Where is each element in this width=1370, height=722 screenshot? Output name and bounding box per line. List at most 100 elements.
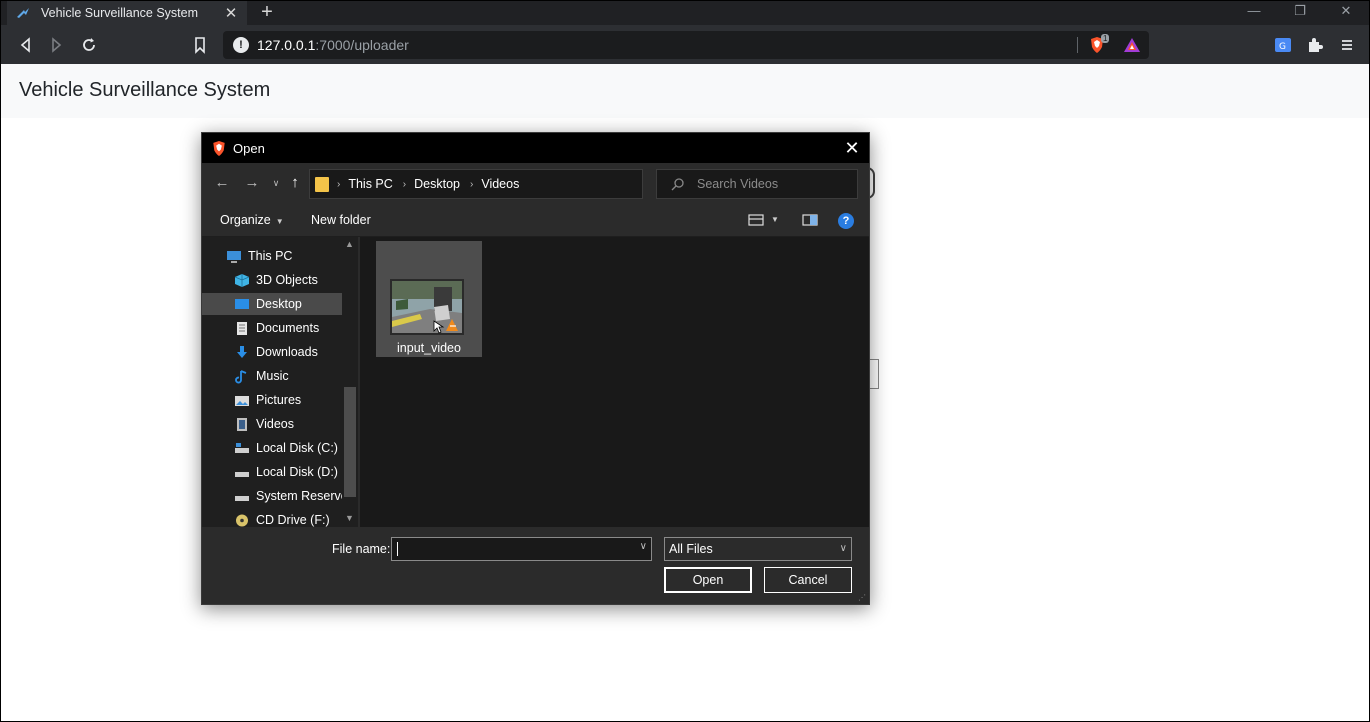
dialog-close-icon[interactable]: ✕ (841, 137, 863, 159)
reload-icon (83, 38, 95, 51)
nav-item-desktop[interactable]: Desktop (202, 293, 342, 315)
nav-item-documents[interactable]: Documents (202, 317, 342, 339)
app-favicon-icon (17, 8, 29, 18)
nav-item-label: Documents (256, 321, 320, 335)
nav-item-label: CD Drive (F:) (256, 513, 330, 527)
dialog-search-box[interactable] (656, 169, 858, 199)
url-path: :7000/uploader (315, 37, 409, 53)
organize-label: Organize (220, 213, 271, 227)
browser-tab[interactable]: Vehicle Surveillance System ✕ (7, 1, 247, 25)
nav-item-downloads[interactable]: Downloads (202, 341, 342, 363)
tab-close-icon[interactable]: ✕ (223, 4, 239, 22)
recent-locations-icon[interactable]: ∨ (266, 173, 286, 193)
preview-pane-icon[interactable] (802, 213, 818, 227)
breadcrumb-this-pc[interactable]: This PC (348, 177, 392, 191)
address-bar[interactable]: ! 127.0.0.1 :7000/uploader 1 (223, 31, 1149, 59)
site-navbar: Vehicle Surveillance System (1, 64, 1369, 118)
folder-icon (315, 176, 329, 192)
up-folder-icon[interactable]: ↑ (285, 173, 305, 193)
dialog-titlebar[interactable]: Open ✕ (202, 133, 869, 163)
brave-rewards-icon[interactable] (1123, 37, 1141, 53)
back-button[interactable] (15, 34, 37, 56)
3d-objects-icon (234, 273, 250, 287)
nav-item-3d-objects[interactable]: 3D Objects (202, 269, 342, 291)
nav-item-label: This PC (248, 249, 293, 263)
tab-strip: Vehicle Surveillance System ✕ + — ❐ ✕ (1, 1, 1369, 25)
browser-window: Vehicle Surveillance System ✕ + — ❐ ✕ ! … (0, 0, 1370, 722)
forward-icon (52, 37, 62, 53)
pictures-icon (235, 395, 249, 406)
file-open-dialog: Open ✕ ← → ∨ ↑ › This PC › Desktop › Vid… (201, 132, 870, 605)
nav-item-local-disk-d[interactable]: Local Disk (D:) (202, 461, 342, 483)
bookmark-button[interactable] (189, 34, 211, 56)
file-name-field-label: File name: (332, 542, 391, 556)
documents-icon (237, 321, 247, 335)
file-name-label: input_video (397, 341, 461, 355)
omnibox-divider (1077, 37, 1078, 53)
scroll-down-icon[interactable]: ▼ (345, 513, 354, 523)
site-info-icon[interactable]: ! (233, 37, 249, 53)
restore-icon[interactable]: ❐ (1285, 3, 1315, 19)
forward-button[interactable] (45, 34, 67, 56)
file-type-value: All Files (669, 542, 713, 556)
browser-toolbar: ! 127.0.0.1 :7000/uploader 1 G (1, 25, 1369, 64)
resize-grip-icon[interactable]: ⋰ (858, 593, 866, 602)
nav-item-local-disk-c[interactable]: Local Disk (C:) (202, 437, 342, 459)
tab-title: Vehicle Surveillance System (41, 6, 199, 20)
scroll-up-icon[interactable]: ▲ (345, 239, 354, 249)
file-name-combobox[interactable]: ∨ (391, 537, 652, 561)
svg-text:G: G (1279, 42, 1286, 52)
dialog-back-icon[interactable]: ← (212, 173, 232, 193)
nav-item-label: Music (256, 369, 289, 383)
view-options-caret-icon[interactable]: ▼ (771, 215, 779, 224)
cd-drive-icon (236, 514, 248, 526)
computer-icon (227, 250, 241, 263)
url-host: 127.0.0.1 (257, 37, 316, 53)
new-tab-button[interactable]: + (257, 2, 277, 24)
breadcrumb-separator-icon: › (470, 178, 474, 190)
dialog-nav-row: ← → ∨ ↑ › This PC › Desktop › Videos ∨ ↻ (202, 163, 869, 205)
dialog-forward-icon[interactable]: → (242, 173, 262, 193)
breadcrumb-videos[interactable]: Videos (481, 177, 519, 191)
file-type-select[interactable]: All Files ∨ (664, 537, 852, 561)
puzzle-icon (1309, 38, 1323, 52)
text-caret (397, 542, 398, 556)
file-name-input[interactable] (392, 538, 630, 560)
nav-item-label: Pictures (256, 393, 302, 407)
back-icon (20, 37, 30, 53)
organize-caret-icon: ▼ (275, 217, 284, 226)
drive-icon (235, 495, 249, 501)
translate-button[interactable]: G (1272, 34, 1294, 56)
nav-item-this-pc[interactable]: This PC (202, 245, 342, 267)
new-folder-button[interactable]: New folder (311, 213, 371, 227)
dialog-command-bar: Organize ▼ New folder ▼ (202, 205, 869, 237)
breadcrumb-desktop[interactable]: Desktop (414, 177, 460, 191)
drive-icon (235, 442, 249, 453)
reload-button[interactable] (78, 34, 100, 56)
open-button[interactable]: Open (664, 567, 752, 593)
nav-item-videos[interactable]: Videos (202, 413, 342, 435)
file-item[interactable]: input_video (376, 241, 482, 357)
nav-item-label: Local Disk (C:) (256, 441, 338, 455)
minimize-icon[interactable]: — (1239, 3, 1269, 18)
bookmark-icon (195, 37, 205, 54)
dialog-address-bar[interactable]: › This PC › Desktop › Videos ∨ ↻ (309, 169, 736, 199)
site-brand[interactable]: Vehicle Surveillance System (19, 79, 270, 102)
menu-button[interactable] (1336, 34, 1358, 56)
cancel-button[interactable]: Cancel (764, 567, 852, 593)
organize-button[interactable]: Organize ▼ (220, 213, 284, 227)
change-view-icon[interactable] (748, 213, 764, 227)
nav-item-pictures[interactable]: Pictures (202, 389, 342, 411)
window-close-icon[interactable]: ✕ (1331, 3, 1361, 19)
help-icon[interactable]: ? (838, 213, 854, 229)
brave-logo-icon (213, 140, 225, 156)
extensions-button[interactable] (1304, 34, 1326, 56)
search-input[interactable] (697, 177, 857, 191)
nav-item-system-reserved[interactable]: System Reserved (202, 485, 342, 507)
file-name-dropdown-icon[interactable]: ∨ (640, 541, 647, 552)
nav-item-music[interactable]: Music (202, 365, 342, 387)
dialog-footer: File name: ∨ All Files ∨ Open Cancel ⋰ (202, 527, 869, 604)
scrollbar-thumb[interactable] (344, 387, 356, 497)
file-type-dropdown-icon: ∨ (839, 543, 847, 554)
nav-pane-scrollbar[interactable]: ▲ ▼ (342, 237, 358, 527)
